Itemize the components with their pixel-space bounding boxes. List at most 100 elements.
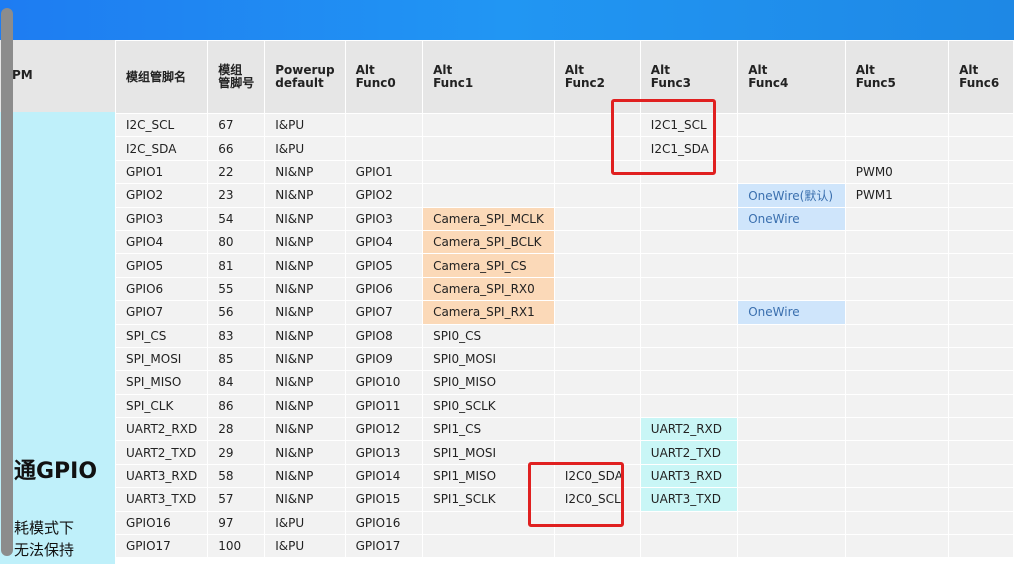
left-category-column: [0, 112, 115, 564]
cell-f1: [422, 159, 555, 185]
cell-name: UART2_TXD: [114, 440, 209, 465]
cell-name: GPIO2: [114, 183, 209, 208]
cell-f1: SPI0_CS: [422, 323, 555, 348]
cell-f5: [844, 417, 950, 442]
cell-f3: [639, 253, 739, 278]
category-note-line2: 无法保持: [14, 541, 75, 559]
cell-f0: GPIO9: [344, 346, 424, 372]
cell-f1: SPI1_CS: [422, 417, 555, 442]
header-alt-func5: Alt Func5: [844, 40, 950, 114]
header-line2: Func2: [564, 76, 606, 90]
table-row: SPI_CS 83 NI&NP GPIO8 SPI0_CS: [114, 323, 1014, 348]
table-row: GPIO4 80 NI&NP GPIO4 Camera_SPI_BCLK: [114, 229, 1014, 255]
cell-name: GPIO4: [114, 229, 209, 255]
cell-f3: UART3_RXD: [639, 463, 739, 489]
header-module-pin-name: 模组管脚名: [114, 40, 209, 114]
header-module-pin-number: 模组 管脚号: [207, 40, 266, 114]
cell-pu: NI&NP: [264, 229, 346, 255]
cell-f6: [948, 136, 1014, 161]
cell-f6: [948, 370, 1014, 395]
cell-f4: [737, 393, 846, 419]
cell-f5: PWM1: [844, 183, 950, 208]
cell-f0: GPIO3: [344, 206, 424, 231]
cell-num: 100: [207, 534, 266, 559]
cell-name: UART3_RXD: [114, 463, 209, 489]
header-line2: Func5: [855, 76, 896, 90]
table-row: UART2_TXD 29 NI&NP GPIO13 SPI1_MOSI UART2_TXD: [114, 440, 1014, 465]
cell-f2: [553, 276, 641, 302]
cell-f0: [344, 136, 424, 161]
cell-f4: [737, 534, 846, 559]
cell-f4: [737, 323, 846, 348]
cell-f2: [553, 370, 641, 395]
cell-f1: [422, 183, 555, 208]
cell-num: 28: [207, 417, 266, 442]
cell-f3: UART3_TXD: [639, 487, 739, 512]
cell-f1: SPI0_MOSI: [422, 346, 555, 372]
cell-name: SPI_MISO: [114, 370, 209, 395]
cell-name: GPIO1: [114, 159, 209, 185]
cell-name: GPIO3: [114, 206, 209, 231]
cell-f4: OneWire: [737, 206, 846, 231]
cell-f2: [553, 206, 641, 231]
cell-name: I2C_SDA: [114, 136, 209, 161]
table-row: GPIO1 22 NI&NP GPIO1 PWM0: [114, 159, 1014, 185]
table-row: I2C_SDA 66 I&PU I2C1_SDA: [114, 136, 1014, 161]
cell-f4: [737, 440, 846, 465]
cell-f6: [948, 417, 1014, 442]
cell-name: GPIO5: [114, 253, 209, 278]
cell-f1: SPI0_MISO: [422, 370, 555, 395]
highlight-box-i2c0: [528, 462, 624, 527]
cell-f6: [948, 346, 1014, 372]
vertical-scrollbar[interactable]: [1, 8, 13, 556]
cell-f1: Camera_SPI_MCLK: [422, 206, 555, 231]
header-alt-func1: Alt Func1: [422, 40, 555, 114]
cell-f1: [422, 136, 555, 161]
table-row: UART2_RXD 28 NI&NP GPIO12 SPI1_CS UART2_RXD: [114, 417, 1014, 442]
table-row: SPI_MISO 84 NI&NP GPIO10 SPI0_MISO: [114, 370, 1014, 395]
header-alt-func0: Alt Func0: [344, 40, 424, 114]
cell-f1: [422, 534, 555, 559]
cell-f1: [422, 112, 555, 138]
cell-f0: GPIO1: [344, 159, 424, 185]
cell-f5: [844, 229, 950, 255]
cell-pu: NI&NP: [264, 206, 346, 231]
top-banner: [0, 0, 1014, 40]
cell-f4: [737, 370, 846, 395]
cell-f5: PWM0: [844, 159, 950, 185]
cell-f2: [553, 440, 641, 465]
cell-f6: [948, 300, 1014, 325]
table-header-row: 模组管脚名 模组 管脚号 Powerup default Alt Func0 Alt Func1…: [114, 40, 1014, 114]
cell-f3: UART2_RXD: [639, 417, 739, 442]
header-alt-func6: Alt Func6: [948, 40, 1014, 114]
cell-num: 54: [207, 206, 266, 231]
header-line2: Func0: [355, 76, 396, 90]
cell-num: 23: [207, 183, 266, 208]
header-line2: Func3: [650, 76, 691, 90]
cell-num: 29: [207, 440, 266, 465]
cell-name: GPIO17: [114, 534, 209, 559]
cell-f0: GPIO13: [344, 440, 424, 465]
cell-f5: [844, 300, 950, 325]
cell-f3: [639, 346, 739, 372]
cell-pu: NI&NP: [264, 253, 346, 278]
cell-pu: NI&NP: [264, 463, 346, 489]
cell-f4: [737, 112, 846, 138]
cell-f5: [844, 370, 950, 395]
cell-name: GPIO16: [114, 510, 209, 536]
cell-pu: NI&NP: [264, 183, 346, 208]
category-title: 通GPIO: [14, 459, 98, 484]
cell-f3: [639, 510, 739, 536]
cell-pu: NI&NP: [264, 487, 346, 512]
cell-f5: [844, 487, 950, 512]
cell-f2: [553, 393, 641, 419]
cell-f1: SPI1_MOSI: [422, 440, 555, 465]
cell-pu: NI&NP: [264, 440, 346, 465]
table-row: GPIO6 55 NI&NP GPIO6 Camera_SPI_RX0: [114, 276, 1014, 302]
cell-pu: NI&NP: [264, 323, 346, 348]
cell-f4: [737, 276, 846, 302]
cell-num: 81: [207, 253, 266, 278]
cell-f6: [948, 323, 1014, 348]
cell-f3: [639, 393, 739, 419]
cell-f0: GPIO5: [344, 253, 424, 278]
